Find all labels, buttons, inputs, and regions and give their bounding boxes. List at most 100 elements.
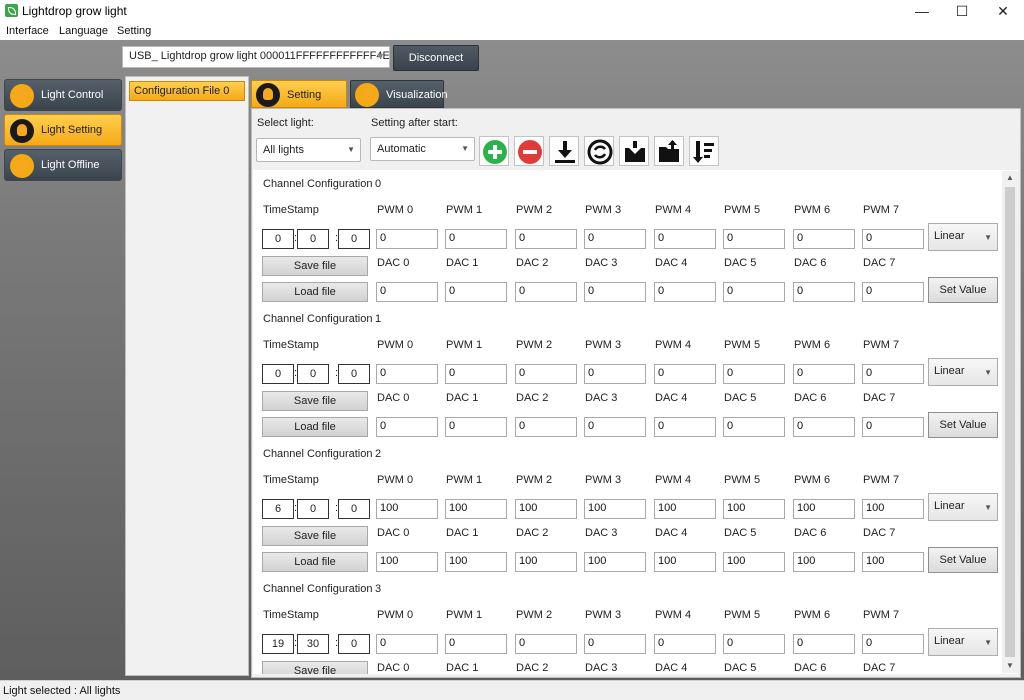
pwm-input[interactable]: 100: [584, 499, 646, 519]
dac-input[interactable]: 0: [793, 282, 855, 302]
timestamp-hours[interactable]: 6: [262, 499, 294, 519]
pwm-input[interactable]: 0: [584, 634, 646, 654]
pwm-input[interactable]: 0: [654, 634, 716, 654]
download-button[interactable]: [549, 136, 579, 166]
select-light-dropdown[interactable]: All lights ▼: [256, 138, 361, 162]
interpolation-mode-dropdown[interactable]: Linear ▼: [928, 358, 998, 386]
pwm-input[interactable]: 100: [723, 499, 785, 519]
tab-setting[interactable]: Setting: [251, 80, 347, 108]
load-file-button[interactable]: Load file: [262, 282, 368, 302]
timestamp-minutes[interactable]: 30: [297, 634, 329, 654]
channel-config-list[interactable]: Channel Configuration 0 TimeStamp PWM 0 0 DAC…: [253, 170, 1018, 674]
pwm-input[interactable]: 0: [723, 229, 785, 249]
scrollbar-thumb[interactable]: [1005, 187, 1015, 657]
pwm-input[interactable]: 100: [445, 499, 507, 519]
dac-input[interactable]: 100: [654, 552, 716, 572]
nav-light-setting[interactable]: Light Setting: [4, 114, 122, 146]
pwm-input[interactable]: 0: [723, 364, 785, 384]
load-file-button[interactable]: Load file: [262, 417, 368, 437]
load-file-button[interactable]: Load file: [262, 552, 368, 572]
menu-language[interactable]: Language: [59, 25, 108, 37]
timestamp-seconds[interactable]: 0: [338, 364, 370, 384]
pwm-input[interactable]: 0: [445, 634, 507, 654]
dac-input[interactable]: 0: [445, 417, 507, 437]
after-start-dropdown[interactable]: Automatic ▼: [370, 137, 475, 161]
interpolation-mode-dropdown[interactable]: Linear ▼: [928, 493, 998, 521]
pwm-input[interactable]: 0: [654, 364, 716, 384]
save-file-button[interactable]: Save file: [262, 391, 368, 411]
timestamp-seconds[interactable]: 0: [338, 499, 370, 519]
timestamp-seconds[interactable]: 0: [338, 634, 370, 654]
set-value-button[interactable]: Set Value: [928, 547, 998, 573]
timestamp-minutes[interactable]: 0: [297, 499, 329, 519]
menu-setting[interactable]: Setting: [117, 25, 151, 37]
scroll-down-icon[interactable]: ▼: [1002, 659, 1018, 673]
pwm-input[interactable]: 0: [584, 229, 646, 249]
save-file-button[interactable]: Save file: [262, 526, 368, 546]
dac-input[interactable]: 100: [862, 552, 924, 572]
pwm-input[interactable]: 0: [445, 364, 507, 384]
dac-input[interactable]: 0: [515, 417, 577, 437]
pwm-input[interactable]: 100: [376, 499, 438, 519]
pwm-input[interactable]: 0: [723, 634, 785, 654]
add-button[interactable]: [479, 136, 509, 166]
save-file-button[interactable]: Save file: [262, 661, 368, 674]
pwm-input[interactable]: 0: [445, 229, 507, 249]
dac-input[interactable]: 100: [445, 552, 507, 572]
dac-input[interactable]: 0: [376, 417, 438, 437]
sync-button[interactable]: [584, 136, 614, 166]
dac-input[interactable]: 100: [584, 552, 646, 572]
pwm-input[interactable]: 0: [862, 634, 924, 654]
pwm-input[interactable]: 0: [862, 229, 924, 249]
dac-input[interactable]: 0: [862, 417, 924, 437]
set-value-button[interactable]: Set Value: [928, 277, 998, 303]
dac-input[interactable]: 0: [862, 282, 924, 302]
dac-input[interactable]: 100: [376, 552, 438, 572]
dac-input[interactable]: 0: [584, 417, 646, 437]
menu-interface[interactable]: Interface: [6, 25, 49, 37]
maximize-button[interactable]: ☐: [942, 0, 982, 22]
pwm-input[interactable]: 0: [654, 229, 716, 249]
timestamp-hours[interactable]: 0: [262, 229, 294, 249]
pwm-input[interactable]: 0: [793, 634, 855, 654]
disconnect-button[interactable]: Disconnect: [393, 45, 479, 71]
pwm-input[interactable]: 100: [654, 499, 716, 519]
pwm-input[interactable]: 0: [793, 364, 855, 384]
dac-input[interactable]: 100: [793, 552, 855, 572]
dac-input[interactable]: 0: [376, 282, 438, 302]
remove-button[interactable]: [514, 136, 544, 166]
pwm-input[interactable]: 0: [376, 634, 438, 654]
sort-button[interactable]: [689, 136, 719, 166]
pwm-input[interactable]: 0: [376, 229, 438, 249]
interpolation-mode-dropdown[interactable]: Linear ▼: [928, 628, 998, 656]
pwm-input[interactable]: 100: [862, 499, 924, 519]
pwm-input[interactable]: 0: [793, 229, 855, 249]
dac-input[interactable]: 0: [723, 417, 785, 437]
pwm-input[interactable]: 100: [793, 499, 855, 519]
dac-input[interactable]: 0: [654, 282, 716, 302]
minimize-button[interactable]: —: [902, 0, 942, 22]
dac-input[interactable]: 0: [793, 417, 855, 437]
dac-input[interactable]: 0: [515, 282, 577, 302]
set-value-button[interactable]: Set Value: [928, 412, 998, 438]
timestamp-seconds[interactable]: 0: [338, 229, 370, 249]
vertical-scrollbar[interactable]: ▲ ▼: [1002, 171, 1018, 673]
device-select[interactable]: USB_ Lightdrop grow light 000011FFFFFFFF…: [122, 46, 390, 68]
pwm-input[interactable]: 100: [515, 499, 577, 519]
pwm-input[interactable]: 0: [376, 364, 438, 384]
pwm-input[interactable]: 0: [515, 229, 577, 249]
save-to-device-button[interactable]: [619, 136, 649, 166]
timestamp-minutes[interactable]: 0: [297, 364, 329, 384]
dac-input[interactable]: 100: [723, 552, 785, 572]
timestamp-hours[interactable]: 0: [262, 364, 294, 384]
close-button[interactable]: ✕: [983, 0, 1023, 22]
dac-input[interactable]: 100: [515, 552, 577, 572]
pwm-input[interactable]: 0: [515, 634, 577, 654]
dac-input[interactable]: 0: [584, 282, 646, 302]
interpolation-mode-dropdown[interactable]: Linear ▼: [928, 223, 998, 251]
nav-light-offline[interactable]: Light Offline: [4, 149, 122, 181]
tab-visualization[interactable]: Visualization: [350, 80, 448, 108]
config-file-item[interactable]: Configuration File 0: [129, 81, 245, 101]
open-folder-button[interactable]: [654, 136, 684, 166]
dac-input[interactable]: 0: [445, 282, 507, 302]
